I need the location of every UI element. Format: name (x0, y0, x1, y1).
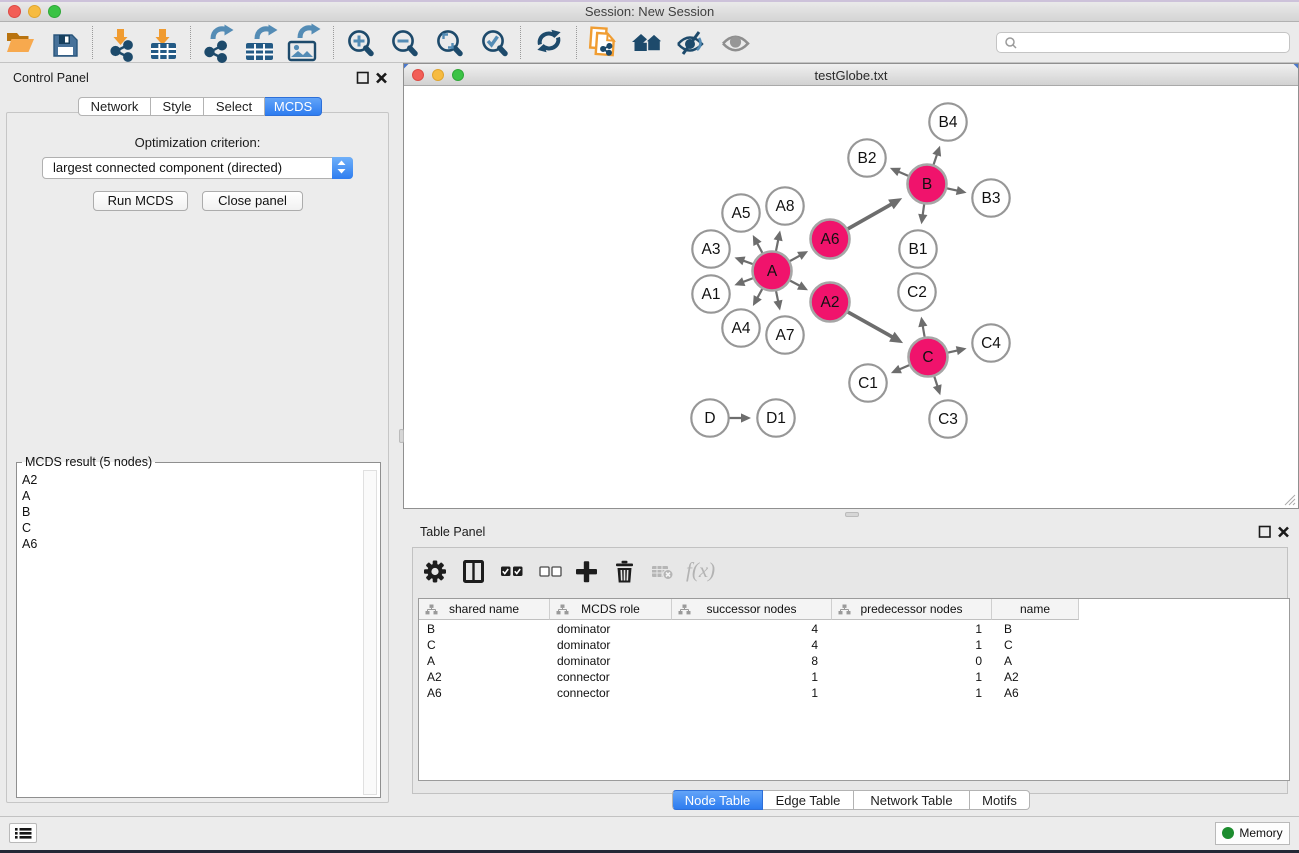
svg-text:B2: B2 (858, 150, 877, 167)
svg-text:A6: A6 (821, 231, 840, 248)
svg-text:A: A (767, 263, 778, 280)
svg-text:C: C (922, 349, 933, 366)
svg-text:C1: C1 (858, 375, 878, 392)
svg-text:D: D (704, 410, 715, 427)
svg-text:C4: C4 (981, 335, 1001, 352)
svg-text:B1: B1 (909, 241, 928, 258)
svg-text:B: B (922, 176, 932, 193)
svg-text:A5: A5 (732, 205, 751, 222)
svg-text:A3: A3 (702, 241, 721, 258)
svg-text:B3: B3 (982, 190, 1001, 207)
svg-text:A1: A1 (702, 286, 721, 303)
svg-text:C2: C2 (907, 284, 927, 301)
svg-text:D1: D1 (766, 410, 786, 427)
svg-text:B4: B4 (939, 114, 958, 131)
svg-text:A8: A8 (776, 198, 795, 215)
svg-text:A7: A7 (776, 327, 795, 344)
svg-text:A4: A4 (732, 320, 751, 337)
svg-text:A2: A2 (821, 294, 840, 311)
svg-text:C3: C3 (938, 411, 958, 428)
